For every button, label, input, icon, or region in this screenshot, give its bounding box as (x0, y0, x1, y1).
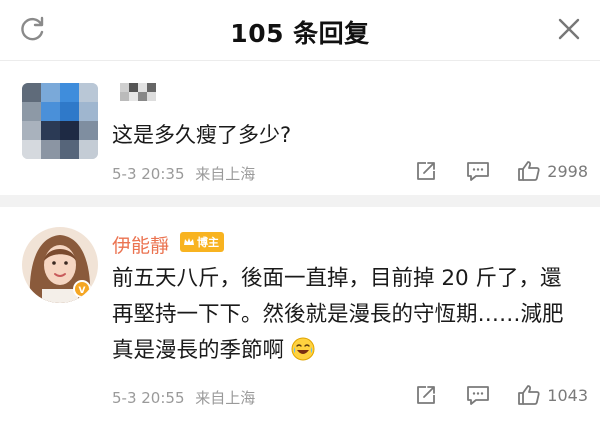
username-pixelated (120, 83, 156, 101)
reply-button[interactable] (463, 384, 493, 406)
like-button[interactable]: 1043 (517, 383, 600, 407)
avatar[interactable] (22, 83, 98, 159)
comment-time: 5-3 20:35 (112, 165, 185, 183)
username[interactable]: 伊能靜 (112, 231, 169, 258)
comment-meta: 5-3 20:35 来自上海 (112, 163, 255, 184)
comment-item: 这是多久瘦了多少? 5-3 20:35 来自上海 2998 (0, 60, 600, 195)
header-bar: 105 条回复 (0, 0, 600, 60)
reply-button[interactable] (463, 160, 493, 182)
crown-icon (184, 238, 194, 245)
comment-actions: 2998 (411, 159, 600, 183)
comment-icon (467, 162, 490, 181)
share-icon (417, 162, 436, 180)
close-icon (558, 18, 580, 40)
blogger-badge: 博主 (180, 232, 224, 252)
avatar[interactable]: V (22, 227, 98, 303)
like-button[interactable]: 2998 (517, 159, 600, 183)
comment-source: 来自上海 (195, 389, 256, 407)
share-icon (417, 386, 436, 404)
close-button[interactable] (552, 12, 586, 46)
share-button[interactable] (411, 384, 441, 406)
like-count: 1043 (547, 385, 588, 405)
thumbs-up-icon (518, 385, 540, 405)
comment-source: 来自上海 (195, 165, 256, 183)
comment-icon (467, 386, 490, 405)
like-count: 2998 (547, 161, 588, 181)
comment-item: V 伊能靜 博主 前五天八斤，後面一直掉，目前掉 20 斤了，還再堅持一下下。然… (0, 207, 600, 425)
comment-meta: 5-3 20:55 来自上海 (112, 387, 255, 408)
share-button[interactable] (411, 160, 441, 182)
comment-time: 5-3 20:55 (112, 389, 185, 407)
page-title: 105 条回复 (230, 19, 370, 48)
comment-text: 前五天八斤，後面一直掉，目前掉 20 斤了，還再堅持一下下。然後就是漫長的守恆期… (112, 266, 564, 363)
laugh-cry-emoji (291, 337, 315, 361)
comment-actions: 1043 (411, 383, 600, 407)
thumbs-up-icon (518, 161, 540, 181)
divider (0, 195, 600, 207)
svg-text:V: V (79, 286, 86, 296)
comment-text: 这是多久瘦了多少? (112, 123, 292, 147)
